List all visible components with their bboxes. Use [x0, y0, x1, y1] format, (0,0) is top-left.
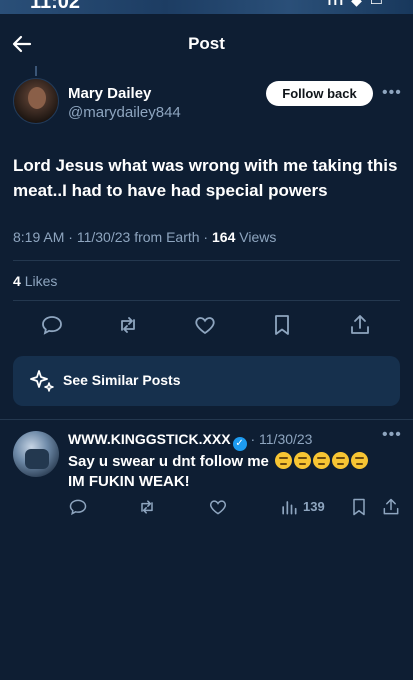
divider	[13, 260, 400, 261]
views-chart-icon[interactable]	[279, 497, 299, 517]
post-time: 8:19 AM	[13, 229, 65, 245]
more-options-icon[interactable]: •••	[382, 84, 402, 102]
weary-face-emoji-icon	[294, 452, 312, 469]
like-heart-icon[interactable]	[193, 313, 217, 337]
reply-repost-icon[interactable]	[137, 497, 157, 517]
post-meta: 8:19 AM · 11/30/23 from Earth · 164 View…	[13, 229, 277, 245]
reply-line-2: IM FUKIN WEAK!	[68, 473, 190, 490]
follow-back-button[interactable]: Follow back	[266, 81, 373, 106]
status-bar: 11:02 ııl ◆ ▭	[0, 0, 413, 14]
reply-views-count: 139	[303, 499, 325, 514]
bookmark-icon[interactable]	[270, 313, 294, 337]
thread-line	[35, 66, 37, 76]
divider	[0, 419, 413, 420]
reply-author-avatar[interactable]	[13, 431, 59, 477]
reply-text: Say u swear u dnt follow me IM FUKIN WEA…	[68, 452, 403, 492]
reply-author-name[interactable]: WWW.KINGGSTICK.XXX	[68, 431, 231, 447]
likes-count: 4	[13, 273, 21, 289]
see-similar-label: See Similar Posts	[63, 372, 181, 388]
reply-date-sep: ·	[250, 431, 256, 447]
weary-face-emoji-icon	[351, 452, 369, 469]
views-label: Views	[239, 229, 277, 245]
weary-face-emoji-icon	[313, 452, 331, 469]
verified-badge-icon: ✓	[232, 437, 247, 451]
reply-like-heart-icon[interactable]	[208, 497, 228, 517]
see-similar-posts-button[interactable]: See Similar Posts	[13, 356, 400, 406]
post-text: Lord Jesus what was wrong with me taking…	[13, 156, 398, 200]
post-source: from Earth	[134, 229, 200, 245]
repost-icon[interactable]	[116, 313, 140, 337]
page-title: Post	[188, 34, 225, 53]
post-date: 11/30/23	[76, 229, 131, 245]
status-icons: ııl ◆ ▭	[327, 0, 385, 8]
divider	[13, 300, 400, 301]
weary-face-emoji-icon	[275, 452, 293, 469]
sparkle-icon	[30, 370, 54, 392]
weary-face-emoji-icon	[332, 452, 350, 469]
reply-actions: 139	[0, 497, 413, 519]
share-icon[interactable]	[348, 313, 372, 337]
reply-bookmark-icon[interactable]	[349, 497, 369, 517]
post-actions	[0, 313, 413, 339]
author-handle[interactable]: @marydailey844	[68, 104, 181, 121]
likes-summary[interactable]: 4 Likes	[13, 273, 57, 289]
author-avatar[interactable]	[13, 78, 59, 124]
reply-date: 11/30/23	[259, 431, 313, 447]
reply-more-options-icon[interactable]: •••	[382, 426, 402, 444]
header: Post	[0, 24, 413, 64]
reply-reply-icon[interactable]	[68, 497, 88, 517]
author-name[interactable]: Mary Dailey	[68, 85, 151, 102]
reply-line-1: Say u swear u dnt follow me	[68, 453, 269, 470]
status-time: 11:02	[30, 0, 81, 13]
reply-icon[interactable]	[40, 313, 64, 337]
likes-label: Likes	[24, 273, 58, 289]
reply-header: WWW.KINGGSTICK.XXX ✓ · 11/30/23	[68, 431, 312, 451]
views-count: 164	[212, 229, 236, 245]
reply-share-icon[interactable]	[381, 497, 401, 517]
